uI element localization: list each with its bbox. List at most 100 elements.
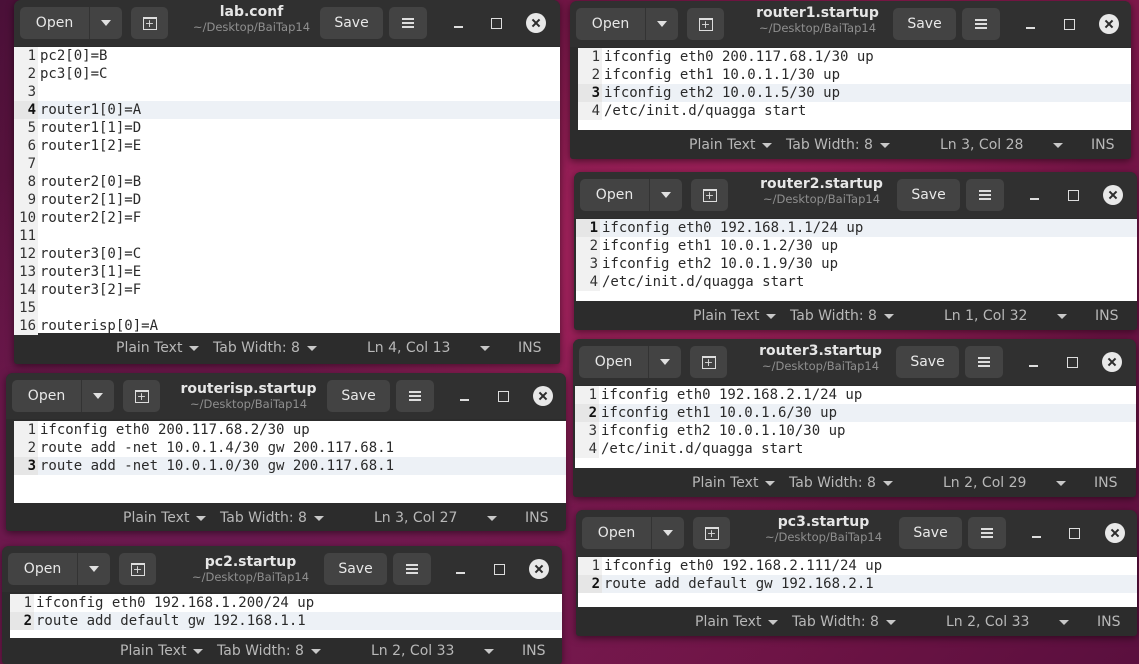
editor-line[interactable]: 6 router1[2]=E bbox=[14, 137, 560, 155]
line-text[interactable]: /etc/init.d/quagga start bbox=[602, 102, 806, 120]
line-text[interactable]: router2[2]=F bbox=[38, 209, 141, 227]
line-text[interactable]: ifconfig eth1 10.0.1.6/30 up bbox=[599, 404, 837, 422]
editor-line[interactable]: 15 bbox=[14, 299, 560, 317]
maximize-button[interactable] bbox=[494, 387, 512, 405]
editor-line[interactable]: 2 pc3[0]=C bbox=[14, 65, 560, 83]
close-button[interactable] bbox=[526, 13, 546, 33]
text-editor[interactable]: 1 ifconfig eth0 192.168.1.1/24 up 2 ifconfi… bbox=[576, 219, 1137, 301]
line-text[interactable]: ifconfig eth2 10.0.1.5/30 up bbox=[602, 84, 840, 102]
line-text[interactable]: ifconfig eth0 192.168.1.1/24 up bbox=[600, 219, 863, 237]
chevron-down-icon[interactable] bbox=[484, 649, 494, 654]
new-tab-button[interactable]: + bbox=[119, 553, 156, 585]
menu-button[interactable] bbox=[396, 380, 434, 412]
editor-line[interactable]: 3 ifconfig eth2 10.0.1.5/30 up bbox=[578, 84, 1131, 102]
line-text[interactable]: router1[2]=E bbox=[38, 137, 141, 155]
chevron-down-icon[interactable] bbox=[487, 516, 497, 521]
editor-line[interactable]: 12 router3[0]=C bbox=[14, 245, 560, 263]
language-selector[interactable]: Plain Text bbox=[123, 510, 207, 526]
editor-line[interactable]: 3 route add -net 10.0.1.0/30 gw 200.117.6… bbox=[14, 457, 566, 475]
minimize-button[interactable] bbox=[1021, 15, 1039, 33]
cursor-position[interactable]: Ln 2, Col 29 bbox=[943, 475, 1026, 491]
close-button[interactable] bbox=[1105, 523, 1125, 543]
open-dropdown-button[interactable] bbox=[651, 517, 684, 549]
line-text[interactable]: /etc/init.d/quagga start bbox=[599, 440, 803, 458]
editor-line[interactable]: 1 pc2[0]=B bbox=[14, 47, 560, 65]
save-button[interactable]: Save bbox=[893, 8, 956, 40]
open-dropdown-button[interactable] bbox=[89, 7, 122, 39]
editor-line[interactable]: 1 ifconfig eth0 192.168.1.200/24 up bbox=[10, 594, 562, 612]
close-button[interactable] bbox=[529, 559, 549, 579]
tab-width-selector[interactable]: Tab Width: 8 bbox=[217, 643, 321, 659]
editor-line[interactable]: 14 router3[2]=F bbox=[14, 281, 560, 299]
menu-button[interactable] bbox=[393, 553, 431, 585]
line-text[interactable]: ifconfig eth0 200.117.68.2/30 up bbox=[38, 421, 310, 439]
maximize-button[interactable] bbox=[1064, 186, 1082, 204]
language-selector[interactable]: Plain Text bbox=[120, 643, 204, 659]
cursor-position[interactable]: Ln 1, Col 32 bbox=[944, 308, 1027, 324]
chevron-down-icon[interactable] bbox=[1057, 314, 1067, 319]
line-text[interactable]: router3[1]=E bbox=[38, 263, 141, 281]
cursor-position[interactable]: Ln 3, Col 28 bbox=[940, 137, 1023, 153]
editor-line[interactable]: 2 ifconfig eth1 10.0.1.6/30 up bbox=[575, 404, 1136, 422]
new-tab-button[interactable]: + bbox=[693, 517, 730, 549]
save-button[interactable]: Save bbox=[320, 7, 383, 39]
line-text[interactable]: route add default gw 192.168.2.1 bbox=[602, 575, 874, 593]
editor-line[interactable]: 10 router2[2]=F bbox=[14, 209, 560, 227]
menu-button[interactable] bbox=[965, 346, 1003, 378]
text-editor[interactable]: 1 pc2[0]=B 2 pc3[0]=C 3 4 router1[0]=A 5 router1… bbox=[14, 47, 560, 335]
minimize-button[interactable] bbox=[455, 387, 473, 405]
minimize-button[interactable] bbox=[449, 14, 467, 32]
editor-line[interactable]: 2 route add -net 10.0.1.4/30 gw 200.117.6… bbox=[14, 439, 566, 457]
close-button[interactable] bbox=[1103, 185, 1123, 205]
open-button[interactable]: Open bbox=[580, 179, 649, 211]
editor-line[interactable]: 3 bbox=[14, 83, 560, 101]
line-text[interactable]: pc2[0]=B bbox=[38, 47, 107, 65]
editor-line[interactable]: 3 ifconfig eth2 10.0.1.10/30 up bbox=[575, 422, 1136, 440]
editor-line[interactable]: 1 ifconfig eth0 192.168.2.1/24 up bbox=[575, 386, 1136, 404]
open-dropdown-button[interactable] bbox=[77, 553, 110, 585]
open-button[interactable]: Open bbox=[8, 553, 77, 585]
save-button[interactable]: Save bbox=[896, 346, 959, 378]
save-button[interactable]: Save bbox=[324, 553, 387, 585]
new-tab-button[interactable]: + bbox=[123, 380, 160, 412]
text-editor[interactable]: 1 ifconfig eth0 200.117.68.1/30 up 2 ifconf… bbox=[578, 48, 1131, 130]
line-text[interactable]: ifconfig eth0 200.117.68.1/30 up bbox=[602, 48, 874, 66]
tab-width-selector[interactable]: Tab Width: 8 bbox=[789, 475, 893, 491]
line-text[interactable]: router1[1]=D bbox=[38, 119, 141, 137]
open-dropdown-button[interactable] bbox=[645, 8, 678, 40]
menu-button[interactable] bbox=[962, 8, 1000, 40]
line-text[interactable]: route add -net 10.0.1.0/30 gw 200.117.68… bbox=[38, 457, 394, 475]
line-text[interactable]: router2[1]=D bbox=[38, 191, 141, 209]
editor-line[interactable]: 11 bbox=[14, 227, 560, 245]
editor-line[interactable]: 1 ifconfig eth0 192.168.2.111/24 up bbox=[578, 557, 1137, 575]
close-button[interactable] bbox=[1102, 352, 1122, 372]
line-text[interactable]: ifconfig eth1 10.0.1.1/30 up bbox=[602, 66, 840, 84]
line-text[interactable]: /etc/init.d/quagga start bbox=[600, 273, 804, 291]
editor-line[interactable]: 2 route add default gw 192.168.2.1 bbox=[578, 575, 1137, 593]
maximize-button[interactable] bbox=[487, 14, 505, 32]
open-button[interactable]: Open bbox=[12, 380, 81, 412]
open-button[interactable]: Open bbox=[582, 517, 651, 549]
text-editor[interactable]: 1 ifconfig eth0 200.117.68.2/30 up 2 route … bbox=[14, 421, 566, 503]
cursor-position[interactable]: Ln 2, Col 33 bbox=[946, 614, 1029, 630]
text-editor[interactable]: 1 ifconfig eth0 192.168.2.111/24 up 2 route… bbox=[578, 557, 1137, 607]
editor-line[interactable]: 4/etc/init.d/quagga start bbox=[578, 102, 1131, 120]
editor-line[interactable]: 4/etc/init.d/quagga start bbox=[575, 440, 1136, 458]
line-text[interactable]: router1[0]=A bbox=[38, 101, 141, 119]
minimize-button[interactable] bbox=[1025, 186, 1043, 204]
tab-width-selector[interactable]: Tab Width: 8 bbox=[786, 137, 890, 153]
minimize-button[interactable] bbox=[1024, 353, 1042, 371]
save-button[interactable]: Save bbox=[899, 517, 962, 549]
save-button[interactable]: Save bbox=[327, 380, 390, 412]
line-text[interactable]: ifconfig eth2 10.0.1.10/30 up bbox=[599, 422, 845, 440]
editor-line[interactable]: 5 router1[1]=D bbox=[14, 119, 560, 137]
maximize-button[interactable] bbox=[490, 560, 508, 578]
line-text[interactable]: router3[0]=C bbox=[38, 245, 141, 263]
editor-line[interactable]: 1 ifconfig eth0 192.168.1.1/24 up bbox=[576, 219, 1137, 237]
menu-button[interactable] bbox=[966, 179, 1004, 211]
menu-button[interactable] bbox=[968, 517, 1006, 549]
line-text[interactable] bbox=[38, 155, 40, 173]
editor-line[interactable]: 1 ifconfig eth0 200.117.68.2/30 up bbox=[14, 421, 566, 439]
save-button[interactable]: Save bbox=[897, 179, 960, 211]
editor-line[interactable]: 2 ifconfig eth1 10.0.1.1/30 up bbox=[578, 66, 1131, 84]
